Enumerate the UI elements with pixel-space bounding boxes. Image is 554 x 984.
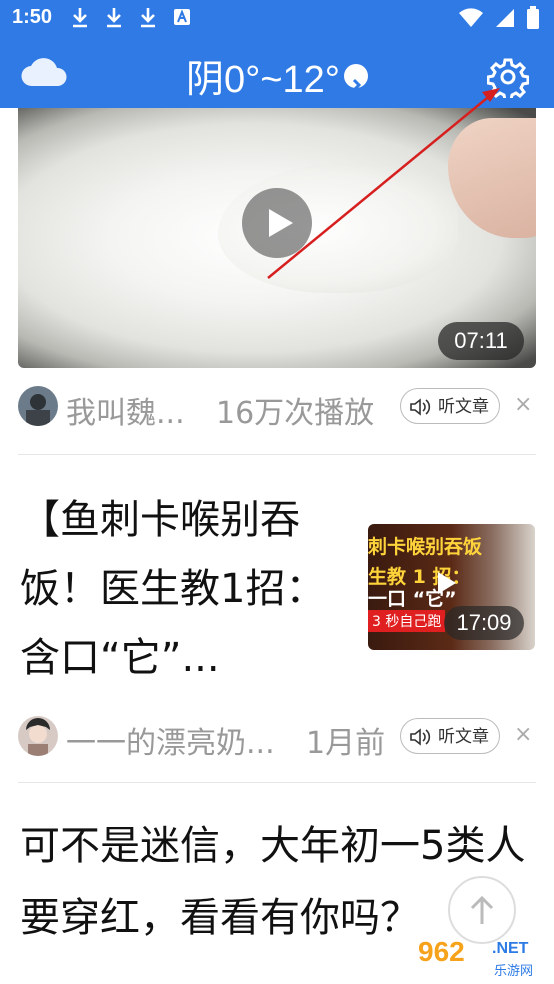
arrow-up-icon (470, 895, 494, 924)
app-header: 阴0°~12° (0, 38, 554, 108)
thumb-text: 刺卡喉别吞饭 (368, 536, 483, 558)
feed-item-meta: 一一的漂亮奶... 1月前 听文章 × (18, 714, 536, 761)
video-thumbnail[interactable]: 刺卡喉别吞饭 生教 1 招： 一口 “它” 3 秒自己跑 17:09 (368, 524, 535, 650)
weather-summary[interactable]: 阴0°~12° (0, 48, 554, 103)
watermark-subtitle: 乐游网 (494, 964, 534, 979)
video-thumbnail[interactable]: 07:11 (18, 108, 536, 368)
hand-image (448, 118, 536, 238)
system-icons (458, 6, 540, 30)
back-to-top-button[interactable] (448, 876, 516, 944)
status-bar: 1:50 (0, 0, 554, 38)
article-title[interactable]: 【鱼刺卡喉别吞饭！医生教1招：含口“它”... (20, 486, 340, 693)
author-name[interactable]: 一一的漂亮奶... (66, 718, 275, 762)
download-icon (73, 8, 87, 28)
a-notification-icon (174, 9, 190, 25)
watermark-suffix: .NET (492, 940, 529, 957)
signal-icon (496, 9, 514, 27)
download-icon (107, 8, 121, 28)
notification-icons (70, 6, 192, 28)
close-icon[interactable]: × (514, 392, 532, 417)
publish-time: 1月前 (306, 726, 386, 761)
play-icon[interactable] (242, 188, 312, 258)
feed-item-meta: 我叫魏... 16万次播放 听文章 × (18, 384, 536, 431)
speaker-icon (410, 728, 431, 746)
chevron-right-icon (344, 63, 368, 92)
watermark-number: 962 (418, 936, 465, 967)
video-duration: 07:11 (438, 322, 524, 360)
weather-text: 阴0°~12° (186, 59, 340, 101)
divider (18, 454, 536, 455)
listen-label: 听文章 (438, 727, 489, 747)
battery-icon (527, 6, 539, 29)
video-duration: 17:09 (444, 606, 524, 640)
avatar[interactable] (18, 386, 58, 426)
play-icon[interactable] (438, 572, 456, 594)
watermark-logo: 962 .NET 乐游网 (418, 936, 550, 982)
close-icon[interactable]: × (514, 722, 532, 747)
download-icon (141, 8, 155, 28)
wifi-icon (459, 8, 483, 27)
play-count: 16万次播放 (216, 396, 375, 431)
avatar[interactable] (18, 716, 58, 756)
thumb-text: 3 秒自己跑 (368, 610, 446, 632)
speaker-icon (410, 398, 431, 416)
listen-article-button[interactable]: 听文章 (400, 388, 500, 424)
status-time: 1:50 (12, 6, 53, 28)
listen-label: 听文章 (438, 397, 489, 417)
divider (18, 782, 536, 783)
gear-icon[interactable] (487, 56, 529, 98)
author-name[interactable]: 我叫魏... (66, 388, 185, 432)
listen-article-button[interactable]: 听文章 (400, 718, 500, 754)
